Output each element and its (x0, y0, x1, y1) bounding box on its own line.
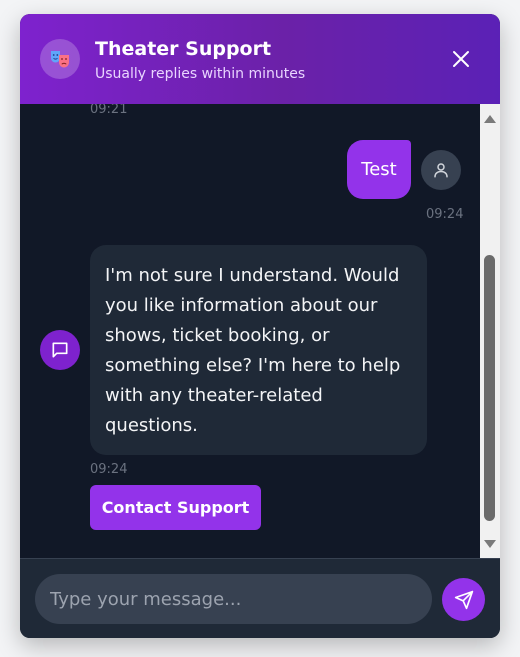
composer (20, 558, 500, 638)
chat-bubble-icon (52, 342, 68, 358)
bot-message-bubble: I'm not sure I understand. Would you lik… (90, 245, 427, 455)
scrollbar-thumb[interactable] (484, 255, 495, 521)
close-icon (453, 51, 469, 67)
close-button[interactable] (448, 46, 474, 72)
theater-masks-icon (40, 39, 80, 79)
user-avatar (421, 150, 461, 190)
message-input[interactable] (35, 574, 432, 624)
user-message-timestamp: 09:24 (426, 207, 464, 222)
chat-header: Theater Support Usually replies within m… (20, 14, 500, 104)
message-list[interactable]: 09:21 Test 09:24 I'm not sure I understa… (20, 104, 480, 558)
chat-widget: Theater Support Usually replies within m… (20, 14, 500, 638)
bot-message-timestamp: 09:24 (90, 462, 128, 477)
scroll-down-arrow-icon[interactable] (484, 540, 496, 548)
message-timestamp: 09:21 (90, 104, 128, 117)
contact-support-button[interactable]: Contact Support (90, 485, 261, 530)
bot-avatar (40, 330, 80, 370)
user-icon (434, 163, 448, 178)
chat-title: Theater Support (95, 38, 272, 60)
bot-message-text: I'm not sure I understand. Would you lik… (105, 265, 401, 436)
chat-subtitle: Usually replies within minutes (95, 66, 306, 82)
user-message-bubble: Test (347, 140, 411, 199)
send-button[interactable] (442, 578, 485, 621)
message-scrollbar[interactable] (480, 104, 500, 558)
user-message-text: Test (361, 159, 397, 180)
scroll-up-arrow-icon[interactable] (484, 115, 496, 123)
send-icon (454, 590, 473, 609)
